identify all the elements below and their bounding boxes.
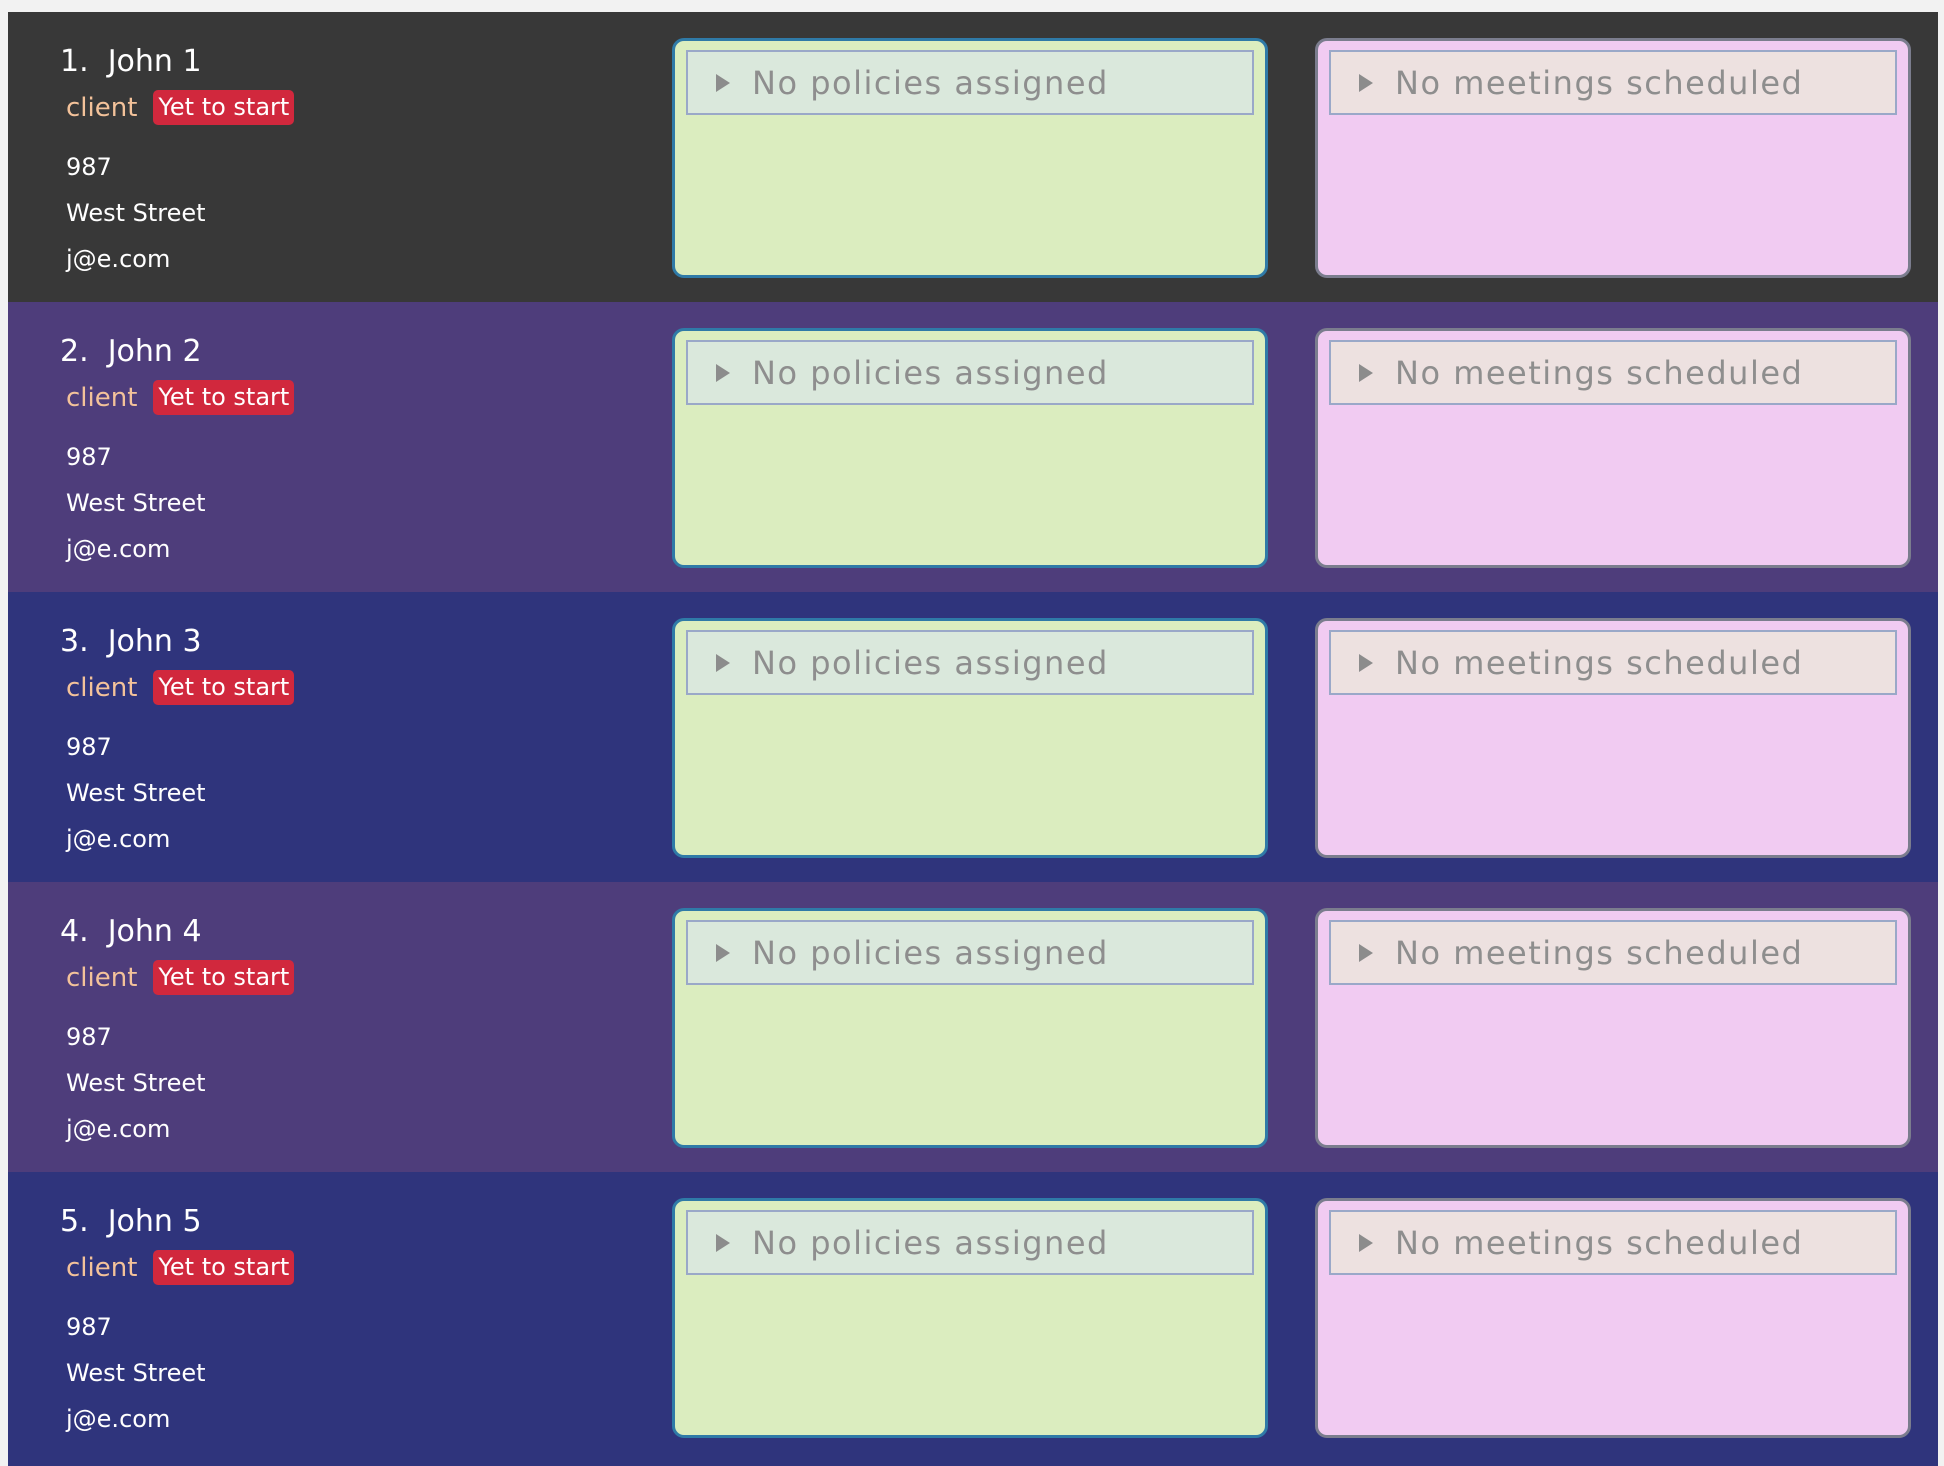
meetings-toggle[interactable]: No meetings scheduled: [1329, 920, 1897, 985]
meetings-toggle[interactable]: No meetings scheduled: [1329, 630, 1897, 695]
person-address: West Street: [66, 489, 206, 517]
person-phone: 987: [66, 1023, 112, 1051]
triangle-right-icon: [1359, 363, 1373, 382]
person-list[interactable]: 1. John 1 client Yet to start 987 West S…: [8, 12, 1938, 1466]
meetings-toggle[interactable]: No meetings scheduled: [1329, 1210, 1897, 1275]
policies-label: No policies assigned: [752, 643, 1109, 682]
person-phone: 987: [66, 733, 112, 761]
status-badge: Yet to start: [153, 90, 295, 125]
triangle-right-icon: [716, 363, 730, 382]
person-tags: client Yet to start: [66, 670, 295, 705]
triangle-right-icon: [716, 1233, 730, 1252]
tag-type: client: [66, 92, 138, 123]
person-address: West Street: [66, 779, 206, 807]
meetings-label: No meetings scheduled: [1395, 353, 1804, 392]
person-phone: 987: [66, 153, 112, 181]
person-address: West Street: [66, 1069, 206, 1097]
policies-panel: No policies assigned: [672, 908, 1268, 1148]
policies-label: No policies assigned: [752, 1223, 1109, 1262]
person-card[interactable]: 4. John 4 client Yet to start 987 West S…: [8, 882, 1938, 1172]
person-info: 3. John 3 client Yet to start 987 West S…: [8, 592, 648, 882]
meetings-label: No meetings scheduled: [1395, 933, 1804, 972]
person-address: West Street: [66, 1359, 206, 1387]
person-info: 4. John 4 client Yet to start 987 West S…: [8, 882, 648, 1172]
status-badge: Yet to start: [153, 960, 295, 995]
person-email: j@e.com: [66, 1405, 171, 1433]
triangle-right-icon: [716, 653, 730, 672]
status-badge: Yet to start: [153, 670, 295, 705]
policies-label: No policies assigned: [752, 933, 1109, 972]
person-name: 1. John 1: [60, 44, 202, 79]
meetings-panel: No meetings scheduled: [1315, 908, 1911, 1148]
person-tags: client Yet to start: [66, 380, 295, 415]
policies-toggle[interactable]: No policies assigned: [686, 1210, 1254, 1275]
tag-type: client: [66, 382, 138, 413]
meetings-panel: No meetings scheduled: [1315, 328, 1911, 568]
triangle-right-icon: [1359, 653, 1373, 672]
status-badge: Yet to start: [153, 1250, 295, 1285]
meetings-toggle[interactable]: No meetings scheduled: [1329, 340, 1897, 405]
person-tags: client Yet to start: [66, 1250, 295, 1285]
policies-panel: No policies assigned: [672, 1198, 1268, 1438]
policies-label: No policies assigned: [752, 63, 1109, 102]
triangle-right-icon: [1359, 73, 1373, 92]
policies-panel: No policies assigned: [672, 328, 1268, 568]
person-email: j@e.com: [66, 245, 171, 273]
policies-toggle[interactable]: No policies assigned: [686, 50, 1254, 115]
meetings-label: No meetings scheduled: [1395, 1223, 1804, 1262]
meetings-label: No meetings scheduled: [1395, 63, 1804, 102]
person-address: West Street: [66, 199, 206, 227]
person-card[interactable]: 3. John 3 client Yet to start 987 West S…: [8, 592, 1938, 882]
person-name: 4. John 4: [60, 914, 202, 949]
person-info: 1. John 1 client Yet to start 987 West S…: [8, 12, 648, 302]
triangle-right-icon: [1359, 1233, 1373, 1252]
person-email: j@e.com: [66, 535, 171, 563]
tag-type: client: [66, 1252, 138, 1283]
tag-type: client: [66, 672, 138, 703]
policies-toggle[interactable]: No policies assigned: [686, 340, 1254, 405]
policies-toggle[interactable]: No policies assigned: [686, 630, 1254, 695]
person-card[interactable]: 5. John 5 client Yet to start 987 West S…: [8, 1172, 1938, 1462]
meetings-panel: No meetings scheduled: [1315, 1198, 1911, 1438]
meetings-panel: No meetings scheduled: [1315, 618, 1911, 858]
triangle-right-icon: [716, 73, 730, 92]
policies-label: No policies assigned: [752, 353, 1109, 392]
triangle-right-icon: [1359, 943, 1373, 962]
person-info: 2. John 2 client Yet to start 987 West S…: [8, 302, 648, 592]
status-badge: Yet to start: [153, 380, 295, 415]
person-card[interactable]: 2. John 2 client Yet to start 987 West S…: [8, 302, 1938, 592]
person-phone: 987: [66, 443, 112, 471]
person-card[interactable]: 1. John 1 client Yet to start 987 West S…: [8, 12, 1938, 302]
person-email: j@e.com: [66, 825, 171, 853]
tag-type: client: [66, 962, 138, 993]
person-tags: client Yet to start: [66, 960, 295, 995]
meetings-label: No meetings scheduled: [1395, 643, 1804, 682]
policies-toggle[interactable]: No policies assigned: [686, 920, 1254, 985]
policies-panel: No policies assigned: [672, 618, 1268, 858]
person-name: 5. John 5: [60, 1204, 202, 1239]
policies-panel: No policies assigned: [672, 38, 1268, 278]
person-phone: 987: [66, 1313, 112, 1341]
triangle-right-icon: [716, 943, 730, 962]
person-name: 2. John 2: [60, 334, 202, 369]
person-tags: client Yet to start: [66, 90, 295, 125]
meetings-panel: No meetings scheduled: [1315, 38, 1911, 278]
person-info: 5. John 5 client Yet to start 987 West S…: [8, 1172, 648, 1462]
person-email: j@e.com: [66, 1115, 171, 1143]
person-name: 3. John 3: [60, 624, 202, 659]
meetings-toggle[interactable]: No meetings scheduled: [1329, 50, 1897, 115]
